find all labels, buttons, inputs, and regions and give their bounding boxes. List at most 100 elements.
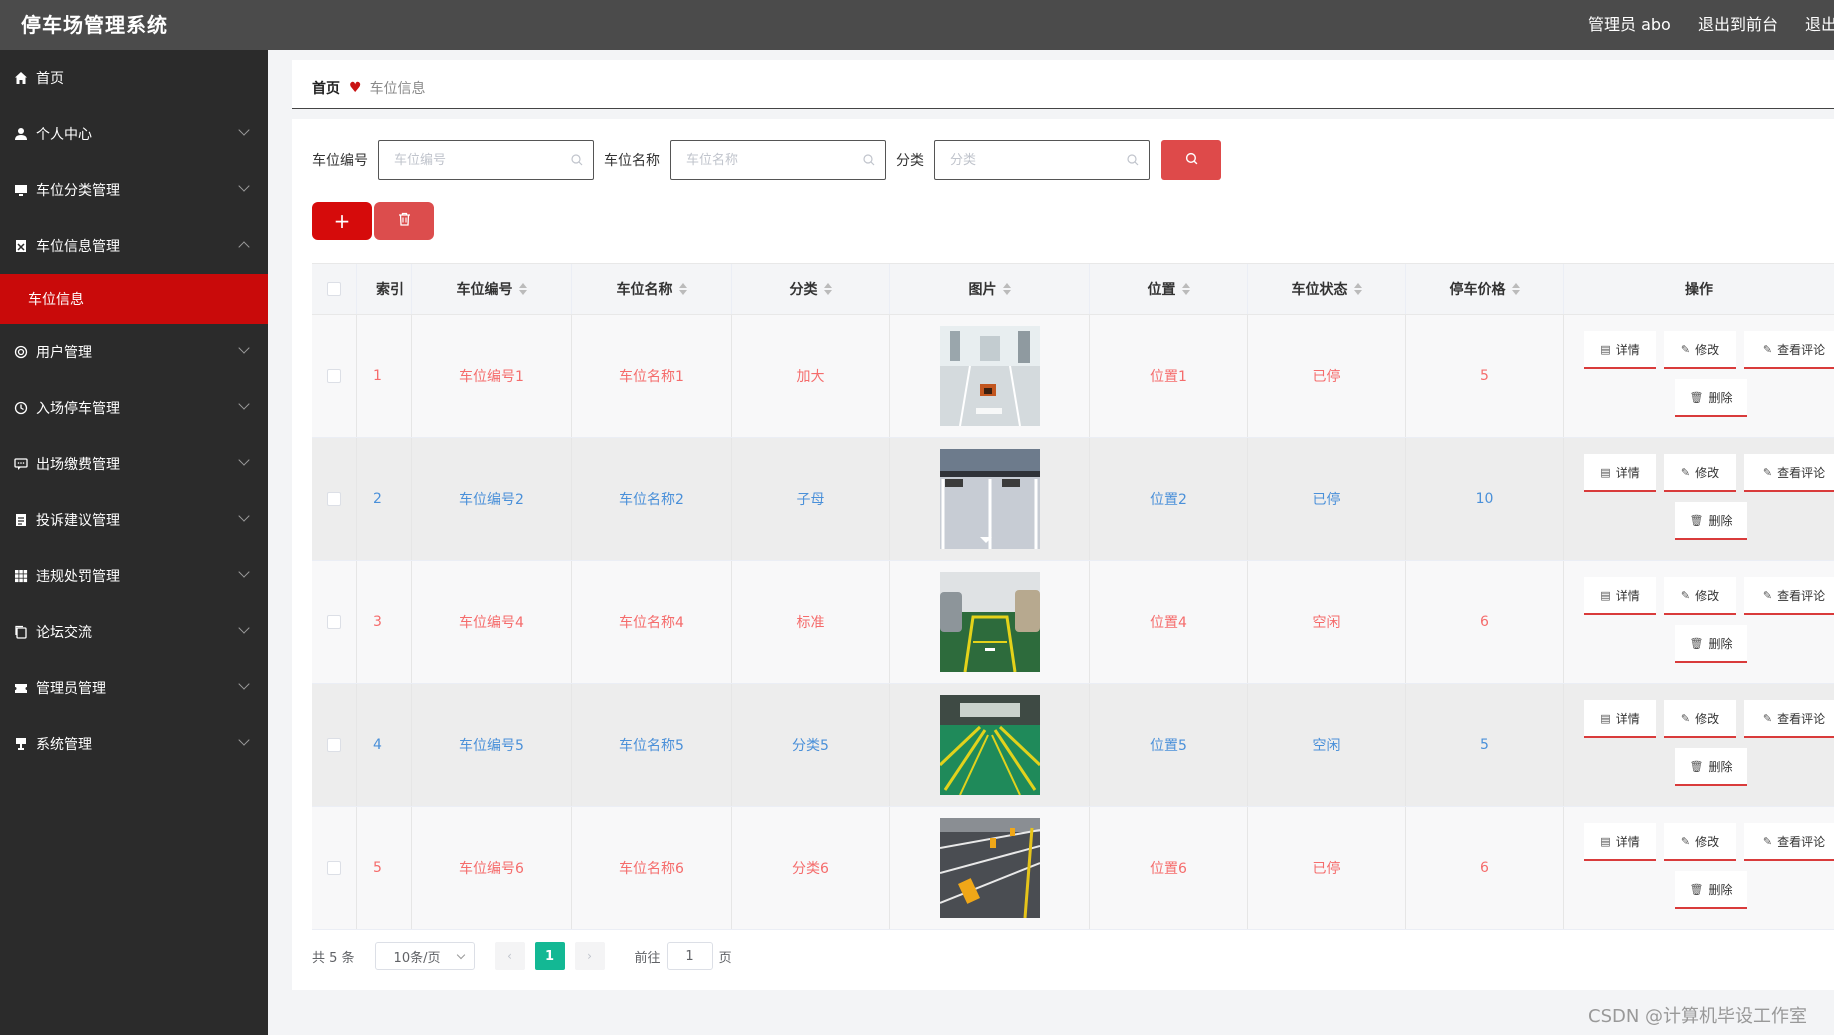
detail-button[interactable]: ▤ 详情 xyxy=(1584,577,1656,615)
delete-button[interactable]: 🗑 删除 xyxy=(1675,625,1747,663)
search-icon xyxy=(571,154,583,170)
parking-photo[interactable] xyxy=(939,818,1040,918)
search-category-input[interactable] xyxy=(935,141,1149,179)
document-icon: ▤ xyxy=(1600,588,1611,602)
view-comments-button[interactable]: ✎ 查看评论 xyxy=(1744,700,1834,738)
front-link[interactable]: 退出到前台 xyxy=(1698,15,1778,34)
row-checkbox[interactable] xyxy=(327,492,341,506)
sidebar-item-forum[interactable]: 论坛交流 xyxy=(0,604,268,660)
search-icon xyxy=(1127,154,1139,170)
sidebar-item-violations[interactable]: 违规处罚管理 xyxy=(0,548,268,604)
select-all-cell xyxy=(312,264,357,314)
add-button[interactable]: + xyxy=(312,202,372,240)
row-checkbox[interactable] xyxy=(327,861,341,875)
detail-button[interactable]: ▤ 详情 xyxy=(1584,331,1656,369)
pencil-icon: ✎ xyxy=(1680,711,1691,725)
sidebar-item-entry-parking[interactable]: 入场停车管理 xyxy=(0,380,268,436)
row-checkbox[interactable] xyxy=(327,369,341,383)
view-comments-button[interactable]: ✎ 查看评论 xyxy=(1744,823,1834,861)
button-label: 详情 xyxy=(1615,465,1640,480)
sort-icon[interactable] xyxy=(518,283,527,295)
header-code[interactable]: 车位编号 xyxy=(412,264,572,314)
detail-button[interactable]: ▤ 详情 xyxy=(1584,823,1656,861)
parking-photo[interactable] xyxy=(939,695,1040,795)
edit-button[interactable]: ✎ 修改 xyxy=(1664,823,1736,861)
sidebar-item-complaints[interactable]: 投诉建议管理 xyxy=(0,492,268,548)
sidebar-item-users[interactable]: 用户管理 xyxy=(0,324,268,380)
header-label: 车位状态 xyxy=(1291,282,1348,298)
header-name[interactable]: 车位名称 xyxy=(572,264,732,314)
home-icon xyxy=(13,70,29,86)
parking-photo[interactable] xyxy=(939,326,1040,426)
parking-photo[interactable] xyxy=(939,572,1040,672)
search-code-input[interactable] xyxy=(379,141,593,179)
delete-button[interactable]: 🗑 删除 xyxy=(1675,379,1747,417)
table-row: 1 车位编号1 车位名称1 加大 位置1 已停 5 ▤ 详情 ✎ 修改 ✎ 查看评论 … xyxy=(312,315,1834,438)
select-all-checkbox[interactable] xyxy=(327,282,341,296)
button-label: 删除 xyxy=(1708,759,1733,774)
header-price[interactable]: 停车价格 xyxy=(1406,264,1564,314)
row-checkbox[interactable] xyxy=(327,615,341,629)
detail-button[interactable]: ▤ 详情 xyxy=(1584,454,1656,492)
sort-icon[interactable] xyxy=(1002,283,1011,295)
view-comments-button[interactable]: ✎ 查看评论 xyxy=(1744,577,1834,615)
header-image[interactable]: 图片 xyxy=(890,264,1090,314)
header-category[interactable]: 分类 xyxy=(732,264,890,314)
sidebar-item-label: 论坛交流 xyxy=(36,625,92,641)
sidebar-item-admins[interactable]: 管理员管理 xyxy=(0,660,268,716)
next-page-button[interactable]: › xyxy=(574,942,605,970)
sidebar-item-system[interactable]: 系统管理 xyxy=(0,716,268,772)
sort-icon[interactable] xyxy=(823,283,832,295)
search-name-input[interactable] xyxy=(671,141,885,179)
sidebar-subitem-space-info[interactable]: 车位信息 xyxy=(0,274,268,324)
search-button[interactable] xyxy=(1161,140,1221,180)
row-actions: ▤ 详情 ✎ 修改 ✎ 查看评论 🗑 删除 xyxy=(1584,823,1834,923)
sidebar-item-home[interactable]: 首页 xyxy=(0,50,268,106)
cell-actions: ▤ 详情 ✎ 修改 ✎ 查看评论 🗑 删除 xyxy=(1564,807,1834,929)
cell-price: 5 xyxy=(1406,315,1564,437)
header-label: 图片 xyxy=(968,282,997,298)
chevron-down-icon xyxy=(238,566,250,578)
goto-page-input[interactable]: 1 xyxy=(666,942,713,970)
sidebar-item-exit-payment[interactable]: 出场缴费管理 xyxy=(0,436,268,492)
edit-button[interactable]: ✎ 修改 xyxy=(1664,454,1736,492)
row-checkbox[interactable] xyxy=(327,738,341,752)
sidebar-item-label: 车位信息管理 xyxy=(36,239,120,255)
chevron-down-icon xyxy=(238,510,250,522)
row-actions: ▤ 详情 ✎ 修改 ✎ 查看评论 🗑 删除 xyxy=(1584,577,1834,677)
table-row: 3 车位编号4 车位名称4 标准 位置4 空闲 6 ▤ 详情 ✎ 修改 ✎ 查看评论 … xyxy=(312,561,1834,684)
admin-name: 管理员 abo xyxy=(1588,15,1671,34)
sort-icon[interactable] xyxy=(1511,283,1520,295)
trash-icon: 🗑 xyxy=(1689,390,1704,404)
edit-button[interactable]: ✎ 修改 xyxy=(1664,700,1736,738)
pencil-icon: ✎ xyxy=(1762,465,1773,479)
prev-page-button[interactable]: ‹ xyxy=(494,942,525,970)
view-comments-button[interactable]: ✎ 查看评论 xyxy=(1744,331,1834,369)
sidebar-item-profile[interactable]: 个人中心 xyxy=(0,106,268,162)
breadcrumb-home[interactable]: 首页 xyxy=(312,78,340,98)
edit-button[interactable]: ✎ 修改 xyxy=(1664,331,1736,369)
pencil-icon: ✎ xyxy=(1680,588,1691,602)
header-status[interactable]: 车位状态 xyxy=(1248,264,1406,314)
detail-button[interactable]: ▤ 详情 xyxy=(1584,700,1656,738)
header-location[interactable]: 位置 xyxy=(1090,264,1248,314)
breadcrumb-current: 车位信息 xyxy=(369,81,426,97)
sort-icon[interactable] xyxy=(1353,283,1362,295)
logout-link[interactable]: 退出登录 xyxy=(1805,15,1834,34)
sidebar-item-space-category[interactable]: 车位分类管理 xyxy=(0,162,268,218)
batch-delete-button[interactable] xyxy=(374,202,434,240)
view-comments-button[interactable]: ✎ 查看评论 xyxy=(1744,454,1834,492)
sidebar-item-space-info[interactable]: 车位信息管理 xyxy=(0,218,268,274)
sort-icon[interactable] xyxy=(1181,283,1190,295)
delete-button[interactable]: 🗑 删除 xyxy=(1675,871,1747,909)
edit-button[interactable]: ✎ 修改 xyxy=(1664,577,1736,615)
cell-name: 车位名称4 xyxy=(572,561,732,683)
delete-button[interactable]: 🗑 删除 xyxy=(1675,748,1747,786)
page-size-select[interactable]: 10条/页 xyxy=(374,942,475,970)
parking-photo[interactable] xyxy=(939,449,1040,549)
button-label: 查看评论 xyxy=(1777,342,1826,357)
row-actions: ▤ 详情 ✎ 修改 ✎ 查看评论 🗑 删除 xyxy=(1584,700,1834,800)
page-number-current[interactable]: 1 xyxy=(534,942,565,970)
sort-icon[interactable] xyxy=(678,283,687,295)
delete-button[interactable]: 🗑 删除 xyxy=(1675,502,1747,540)
